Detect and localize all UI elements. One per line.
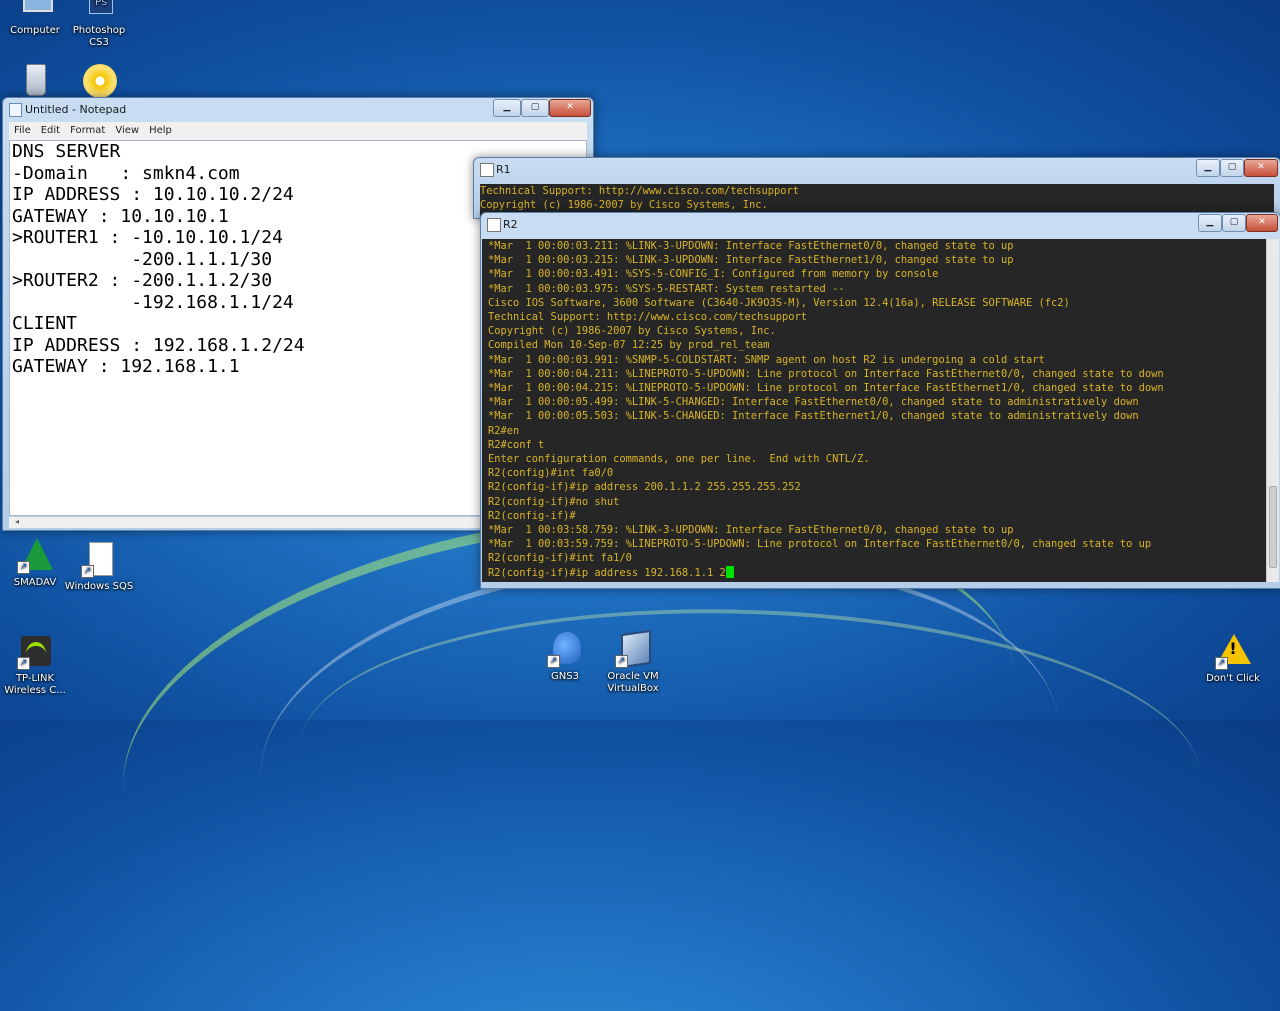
desktop-icon-virtualbox[interactable]: ↗ Oracle VM VirtualBox: [598, 629, 668, 695]
shortcut-arrow-icon: ↗: [17, 561, 30, 574]
terminal-current-input: R2(config-if)#ip address 192.168.1.1 2: [488, 566, 726, 579]
terminal-line: R2#conf t: [488, 438, 545, 451]
terminal-line: *Mar 1 00:00:03.215: %LINK-3-UPDOWN: Int…: [488, 254, 1014, 267]
desktop-icon-recycle-bin[interactable]: [0, 62, 70, 101]
shortcut-arrow-icon: ↗: [615, 655, 628, 668]
desktop-icon-computer[interactable]: Computer: [0, 0, 70, 37]
terminal-line: *Mar 1 00:00:05.503: %LINK-5-CHANGED: In…: [488, 410, 1139, 423]
gns3-icon: ↗: [547, 632, 583, 668]
r2-terminal[interactable]: *Mar 1 00:00:03.211: %LINK-3-UPDOWN: Int…: [482, 239, 1279, 582]
menu-edit[interactable]: Edit: [41, 125, 60, 136]
menu-help[interactable]: Help: [149, 125, 172, 136]
terminal-line: Technical Support: http://www.cisco.com/…: [488, 311, 808, 324]
terminal-line: Enter configuration commands, one per li…: [488, 453, 870, 466]
terminal-line: Cisco IOS Software, 3600 Software (C3640…: [488, 296, 1070, 309]
close-button[interactable]: ✕: [1246, 214, 1278, 232]
shortcut-arrow-icon: ↗: [1215, 657, 1228, 670]
photoshop-icon: Ps: [81, 0, 117, 22]
window-title: R1: [496, 163, 511, 176]
vertical-scrollbar[interactable]: [1266, 239, 1279, 582]
window-title: Untitled - Notepad: [25, 103, 127, 116]
terminal-line: *Mar 1 00:00:04.211: %LINEPROTO-5-UPDOWN…: [488, 367, 1164, 380]
minimize-button[interactable]: ▁: [1196, 159, 1220, 177]
window-title: R2: [503, 218, 518, 231]
desktop-icon-windows-sqs[interactable]: ↗ Windows SQS: [64, 542, 134, 593]
terminal-line: R2#en: [488, 424, 520, 437]
virtualbox-icon: ↗: [615, 629, 651, 669]
close-button[interactable]: ✕: [549, 99, 591, 117]
terminal-line: *Mar 1 00:03:59.759: %LINEPROTO-5-UPDOWN…: [488, 538, 1152, 551]
terminal-line: R2(config-if)#ip address 200.1.1.2 255.2…: [488, 481, 801, 494]
terminal-line: R2(config-if)#int fa1/0: [488, 552, 632, 565]
dvd-icon: [81, 62, 117, 98]
notepad-titlebar[interactable]: Untitled - Notepad ▁ ▢ ✕: [3, 98, 593, 120]
terminal-line: Copyright (c) 1986-2007 by Cisco Systems…: [480, 199, 768, 212]
desktop-icon-dont-click[interactable]: ! ↗ Don't Click: [1198, 634, 1268, 685]
desktop-icon-label: Windows SQS: [64, 581, 134, 592]
desktop-icon-dvd[interactable]: [64, 62, 134, 101]
notepad-icon: [9, 103, 22, 117]
warning-icon: ! ↗: [1215, 634, 1251, 670]
menu-file[interactable]: File: [14, 125, 31, 136]
r1-terminal-window[interactable]: R1 ▁ ▢ ✕ Technical Support: http://www.c…: [473, 157, 1280, 219]
desktop-icon-label: Computer: [10, 25, 60, 36]
shortcut-arrow-icon: ↗: [17, 657, 30, 670]
terminal-icon: [480, 163, 494, 177]
smadav-icon: ↗: [17, 538, 53, 574]
terminal-cursor: [725, 565, 734, 578]
terminal-line: *Mar 1 00:00:04.215: %LINEPROTO-5-UPDOWN…: [488, 382, 1164, 395]
r2-titlebar[interactable]: R2 ▁ ▢ ✕: [481, 213, 1280, 235]
terminal-line: *Mar 1 00:00:03.975: %SYS-5-RESTART: Sys…: [488, 282, 845, 295]
document-icon: ↗: [81, 542, 117, 578]
terminal-line: R2(config)#int fa0/0: [488, 467, 614, 480]
maximize-button[interactable]: ▢: [1222, 214, 1246, 232]
r1-titlebar[interactable]: R1 ▁ ▢ ✕: [474, 158, 1280, 180]
r2-terminal-window[interactable]: R2 ▁ ▢ ✕ *Mar 1 00:00:03.211: %LINK-3-UP…: [480, 212, 1280, 589]
recycle-bin-icon: [17, 62, 53, 98]
close-button[interactable]: ✕: [1244, 159, 1278, 177]
desktop-icon-label: Oracle VM VirtualBox: [607, 671, 659, 694]
minimize-button[interactable]: ▁: [493, 99, 521, 117]
terminal-icon: [487, 218, 501, 232]
terminal-prompt-line[interactable]: R2(config-if)#ip address 192.168.1.1 2: [482, 565, 1279, 580]
desktop-icon-photoshop[interactable]: Ps Photoshop CS3: [64, 0, 134, 49]
maximize-button[interactable]: ▢: [1220, 159, 1244, 177]
desktop-icon-label: GNS3: [551, 671, 579, 682]
terminal-line: *Mar 1 00:00:03.991: %SNMP-5-COLDSTART: …: [488, 353, 1045, 366]
desktop-icon-tplink[interactable]: ↗ TP-LINK Wireless C...: [0, 634, 70, 697]
desktop-icon-label: SMADAV: [13, 577, 57, 588]
terminal-line: *Mar 1 00:03:58.759: %LINK-3-UPDOWN: Int…: [488, 524, 1014, 537]
terminal-line: *Mar 1 00:00:05.499: %LINK-5-CHANGED: In…: [488, 396, 1139, 409]
notepad-menubar: File Edit Format View Help: [9, 122, 587, 140]
shortcut-arrow-icon: ↗: [81, 565, 94, 578]
terminal-line: Copyright (c) 1986-2007 by Cisco Systems…: [488, 325, 776, 338]
desktop-icon-gns3[interactable]: ↗ GNS3: [530, 632, 600, 683]
scrollbar-thumb[interactable]: [1269, 486, 1277, 568]
terminal-line: Compiled Mon 10-Sep-07 12:25 by prod_rel…: [488, 339, 770, 352]
terminal-line: Technical Support: http://www.cisco.com/…: [480, 185, 800, 197]
desktop-icon-smadav[interactable]: ↗ SMADAV: [0, 538, 70, 589]
desktop-icon-label: Photoshop CS3: [72, 25, 126, 48]
menu-format[interactable]: Format: [70, 125, 105, 136]
wifi-icon: ↗: [17, 634, 53, 670]
maximize-button[interactable]: ▢: [521, 99, 549, 117]
shortcut-arrow-icon: ↗: [547, 655, 560, 668]
desktop-icon-label: TP-LINK Wireless C...: [4, 673, 66, 696]
terminal-line: R2(config-if)#no shut: [488, 495, 620, 508]
terminal-line: *Mar 1 00:00:03.491: %SYS-5-CONFIG_I: Co…: [488, 268, 939, 281]
desktop-icon-label: Don't Click: [1206, 673, 1260, 684]
computer-icon: [17, 0, 53, 22]
terminal-line: R2(config-if)#: [488, 509, 576, 522]
minimize-button[interactable]: ▁: [1198, 214, 1222, 232]
menu-view[interactable]: View: [115, 125, 139, 136]
terminal-line: *Mar 1 00:00:03.211: %LINK-3-UPDOWN: Int…: [488, 240, 1014, 252]
